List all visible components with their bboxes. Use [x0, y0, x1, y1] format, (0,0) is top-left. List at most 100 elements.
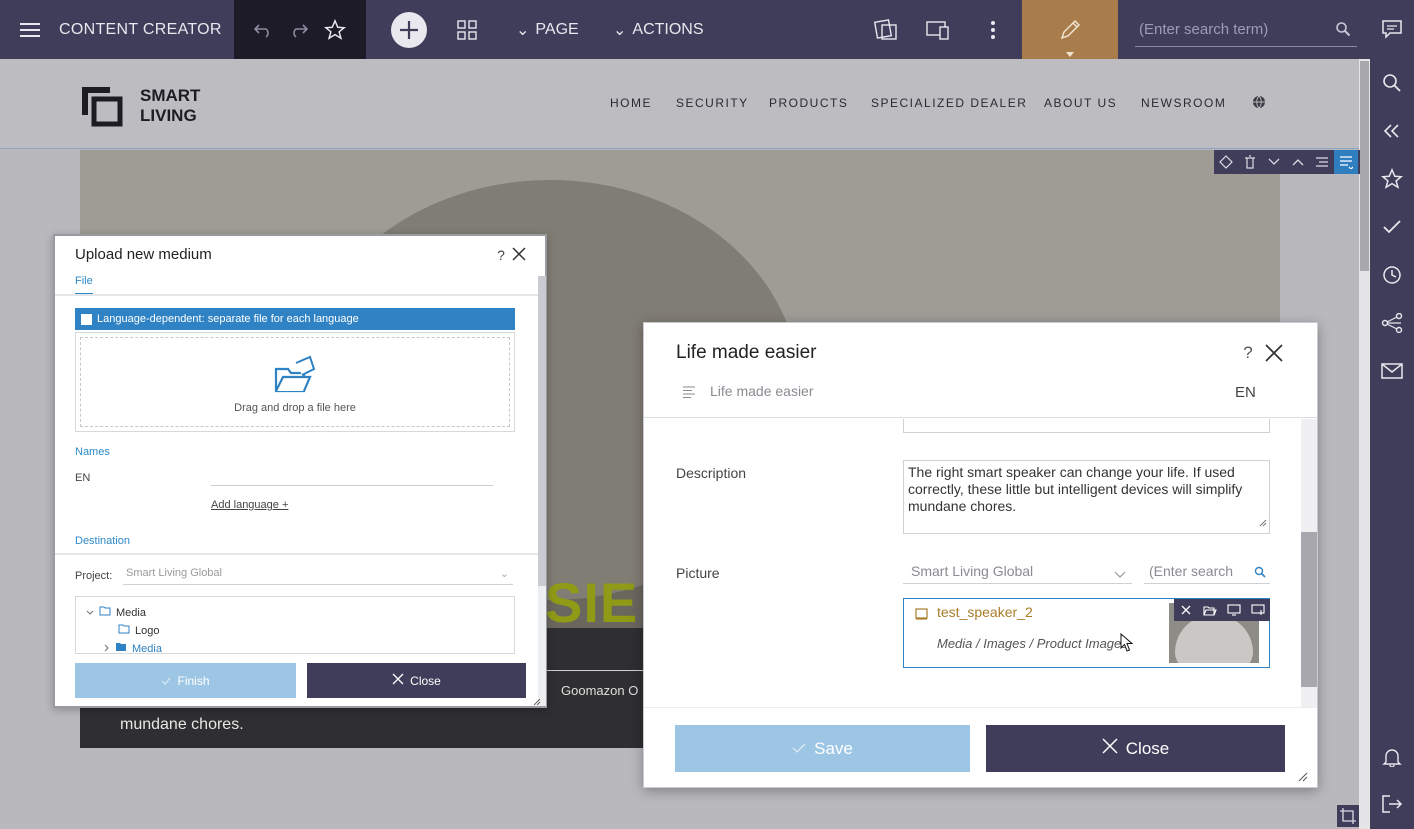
preview-icon[interactable]	[1222, 599, 1246, 621]
picture-name[interactable]: test_speaker_2	[937, 604, 1033, 620]
close-button[interactable]: Close	[307, 663, 526, 698]
close-icon[interactable]	[1263, 342, 1285, 364]
nav-about-us[interactable]: ABOUT US	[1044, 96, 1117, 110]
picture-reference-card[interactable]: test_speaker_2 Media / Images / Product …	[903, 598, 1270, 668]
nav-security[interactable]: SECURITY	[676, 96, 749, 110]
dialog-scrollbar[interactable]	[1301, 419, 1317, 707]
close-button[interactable]: Close	[986, 725, 1285, 772]
speaker-thumbnail-shape	[1175, 615, 1253, 663]
global-search[interactable]: (Enter search term)	[1135, 12, 1357, 47]
language-selector[interactable]: EN	[1235, 384, 1256, 401]
notifications-bell-icon[interactable]	[1380, 745, 1404, 769]
favorites-star-icon[interactable]	[1380, 167, 1404, 191]
language-code-label: EN	[75, 472, 91, 484]
open-folder-icon	[274, 355, 318, 400]
tab-destination[interactable]: Destination	[75, 535, 131, 555]
edit-mode-toggle[interactable]	[1022, 0, 1118, 59]
description-label: Description	[676, 465, 747, 481]
logo-line2: LIVING	[140, 106, 197, 125]
undo-icon[interactable]	[250, 0, 276, 59]
list-icon[interactable]	[1310, 150, 1334, 174]
logout-icon[interactable]	[1380, 792, 1404, 816]
globe-icon[interactable]	[1252, 95, 1266, 114]
search-input[interactable]: (Enter search term)	[1135, 21, 1335, 38]
resize-handle-icon[interactable]	[1298, 769, 1308, 787]
description-textarea[interactable]: The right smart speaker can change your …	[903, 460, 1270, 534]
page-scrollbar-thumb[interactable]	[1360, 61, 1369, 271]
nav-specialized-dealer[interactable]: SPECIALIZED DEALER	[871, 96, 1027, 110]
hamburger-menu-icon[interactable]	[18, 0, 42, 59]
nav-home[interactable]: HOME	[610, 96, 652, 110]
double-chevron-left-icon[interactable]	[1380, 119, 1404, 143]
preview-icon[interactable]	[873, 0, 899, 59]
page-scrollbar[interactable]	[1359, 59, 1370, 829]
edit-image-icon[interactable]	[1246, 599, 1270, 621]
hero-headline: SIE	[545, 571, 639, 634]
nav-products[interactable]: PRODUCTS	[769, 96, 848, 110]
tree-item-label: Logo	[135, 624, 160, 637]
remove-icon[interactable]	[1174, 599, 1198, 621]
name-input-en[interactable]	[211, 468, 493, 486]
tree-item-media-root[interactable]: Media	[86, 606, 146, 619]
comments-icon[interactable]	[1380, 17, 1404, 41]
smart-living-logo-icon[interactable]	[80, 85, 124, 127]
dialog-subtitle: Life made easier	[710, 383, 814, 399]
nav-newsroom[interactable]: NEWSROOM	[1141, 96, 1226, 110]
dialog-scrollbar-thumb[interactable]	[538, 276, 546, 586]
history-clock-icon[interactable]	[1380, 263, 1404, 287]
move-icon[interactable]	[1214, 150, 1238, 174]
tree-item-logo[interactable]: Logo	[118, 624, 159, 637]
logo-text[interactable]: SMART LIVING	[140, 86, 200, 126]
tab-file[interactable]: File	[75, 275, 93, 295]
mail-icon[interactable]	[1380, 359, 1404, 383]
actions-menu[interactable]: ⌄ ACTIONS	[613, 0, 704, 59]
dropzone-text: Drag and drop a file here	[234, 402, 356, 414]
grid-icon[interactable]	[455, 0, 479, 59]
upload-medium-dialog: Upload new medium ? File Language-depend…	[53, 234, 547, 708]
tree-item-media[interactable]: Media	[104, 642, 162, 654]
chevron-down-icon[interactable]	[1262, 150, 1286, 174]
crop-icon[interactable]	[1337, 805, 1359, 827]
search-icon[interactable]	[1335, 21, 1357, 37]
open-folder-icon[interactable]	[1198, 599, 1222, 621]
checkbox-icon[interactable]	[81, 313, 92, 325]
edit-list-icon[interactable]	[1334, 150, 1358, 174]
share-structure-icon[interactable]	[1380, 311, 1404, 335]
project-select[interactable]: Smart Living Global ⌄	[123, 567, 513, 585]
picture-project-select[interactable]: Smart Living Global	[903, 560, 1132, 584]
page-menu[interactable]: ⌄ PAGE	[516, 0, 579, 59]
language-dependent-checkbox[interactable]: Language-dependent: separate file for ea…	[75, 308, 515, 330]
delete-icon[interactable]	[1238, 150, 1262, 174]
checkmark-icon[interactable]	[1380, 215, 1404, 239]
finish-button[interactable]: Finish	[75, 663, 296, 698]
chevron-right-icon[interactable]	[104, 643, 110, 654]
tree-item-label: Media	[116, 606, 146, 619]
search-icon[interactable]	[1254, 565, 1266, 581]
close-icon[interactable]	[510, 245, 528, 263]
search-icon[interactable]	[1380, 71, 1404, 95]
language-dependent-label: Language-dependent: separate file for ea…	[97, 313, 359, 325]
redo-icon[interactable]	[286, 0, 312, 59]
chevron-up-icon[interactable]	[1286, 150, 1310, 174]
dialog-scrollbar[interactable]	[538, 276, 546, 706]
device-preview-icon[interactable]	[925, 0, 951, 59]
add-icon[interactable]	[390, 0, 428, 59]
text-field[interactable]	[903, 419, 1270, 433]
dialog-scrollbar-thumb[interactable]	[1301, 532, 1317, 687]
save-button[interactable]: Save	[675, 725, 970, 772]
help-icon[interactable]: ?	[494, 246, 508, 264]
picture-search-input[interactable]: (Enter search	[1144, 560, 1270, 584]
dialog-title: Life made easier	[676, 342, 817, 363]
add-language-link[interactable]: Add language +	[211, 499, 288, 511]
help-icon[interactable]: ?	[1241, 342, 1255, 364]
logo-line1: SMART	[140, 86, 201, 105]
resize-handle-icon[interactable]	[1259, 514, 1267, 531]
chevron-down-icon[interactable]	[86, 607, 94, 619]
image-icon	[915, 607, 928, 625]
file-dropzone[interactable]: Drag and drop a file here	[75, 332, 515, 432]
hero-button-label[interactable]: Goomazon O	[561, 683, 638, 698]
more-options-icon[interactable]	[983, 0, 1003, 59]
resize-handle-icon[interactable]	[533, 693, 541, 711]
tree-item-label: Media	[132, 642, 162, 654]
star-icon[interactable]	[322, 0, 348, 59]
